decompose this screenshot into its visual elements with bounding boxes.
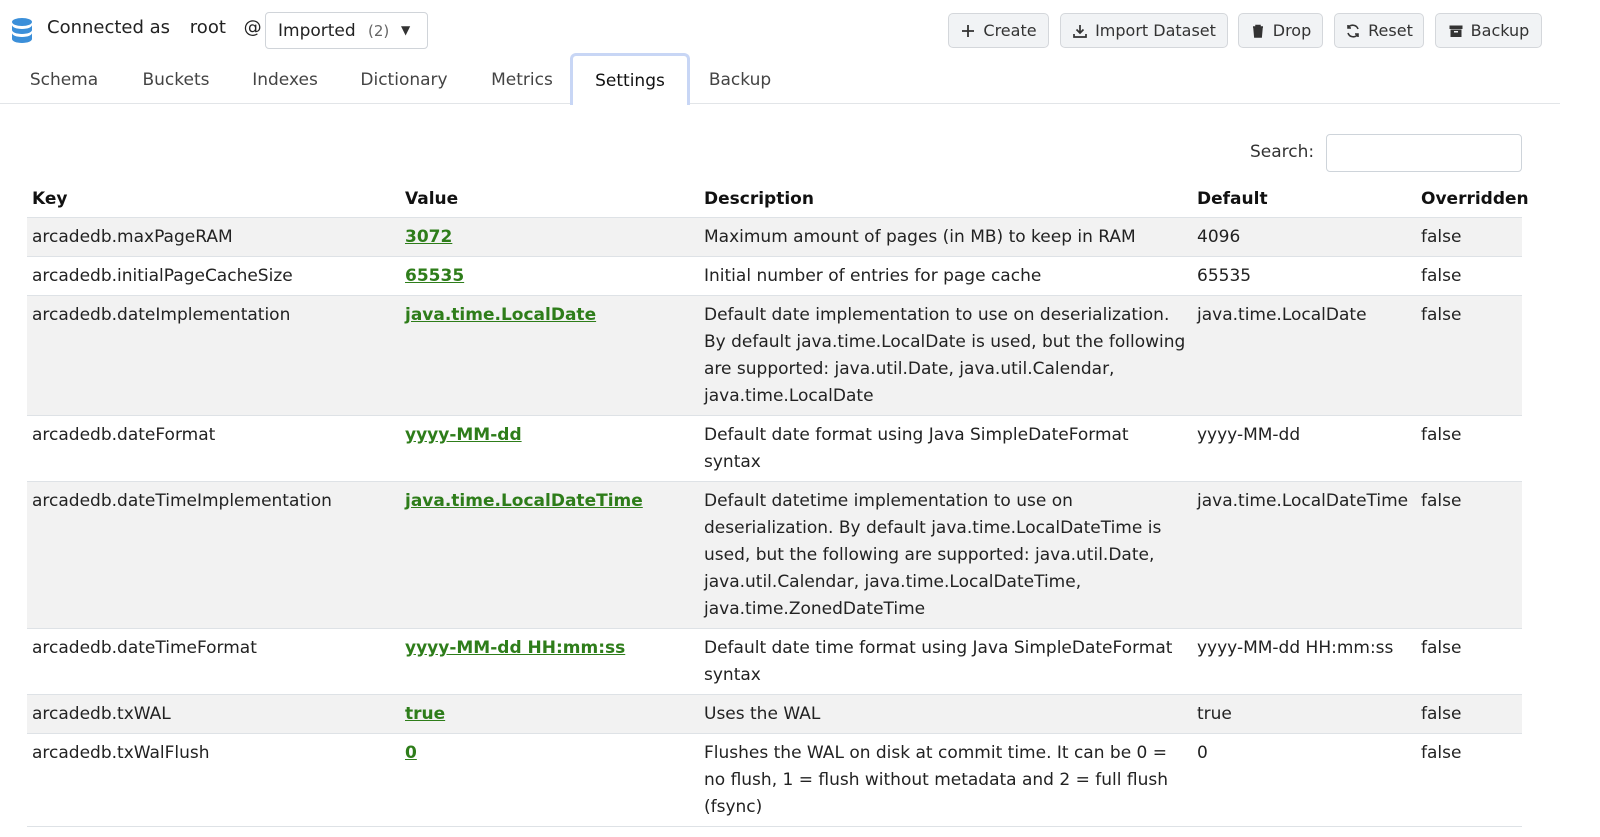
setting-key: arcadedb.txWalFlush	[27, 733, 400, 827]
table-row: arcadedb.maxPageRAM 3072 Maximum amount …	[27, 217, 1522, 257]
connected-user: root	[189, 17, 226, 38]
drop-button[interactable]: Drop	[1238, 13, 1323, 48]
import-dataset-button[interactable]: Import Dataset	[1060, 13, 1228, 48]
setting-default: java.time.LocalDateTime	[1192, 481, 1416, 629]
table-row: arcadedb.dateTimeImplementation java.tim…	[27, 481, 1522, 629]
setting-overridden: false	[1416, 481, 1522, 629]
trash-icon	[1252, 24, 1263, 38]
tab-buckets[interactable]: Buckets	[128, 56, 224, 104]
settings-table: Key Value Description Default Overridden…	[27, 180, 1529, 827]
tab-dictionary[interactable]: Dictionary	[346, 56, 462, 104]
setting-value-link[interactable]: yyyy-MM-dd HH:mm:ss	[405, 638, 625, 658]
setting-value-link[interactable]: java.time.LocalDateTime	[405, 491, 643, 511]
at-sign: @	[243, 17, 262, 38]
setting-key: arcadedb.dateImplementation	[27, 295, 400, 416]
setting-value-link[interactable]: 0	[405, 743, 417, 763]
setting-value-link[interactable]: 65535	[405, 266, 464, 286]
table-row: arcadedb.txWalFlush 0 Flushes the WAL on…	[27, 733, 1522, 827]
database-count: (2)	[368, 22, 390, 40]
setting-overridden: false	[1416, 628, 1522, 695]
tab-backup[interactable]: Backup	[693, 56, 787, 104]
setting-overridden: false	[1416, 256, 1522, 296]
setting-default: 0	[1192, 733, 1416, 827]
column-header-overridden[interactable]: Overridden	[1416, 180, 1529, 218]
setting-value-link[interactable]: 3072	[405, 227, 452, 247]
setting-default: 4096	[1192, 217, 1416, 257]
reset-button[interactable]: Reset	[1334, 13, 1424, 48]
setting-description: Default date format using Java SimpleDat…	[699, 415, 1192, 482]
setting-description: Default date implementation to use on de…	[699, 295, 1192, 416]
archive-icon	[1449, 25, 1463, 37]
setting-overridden: false	[1416, 733, 1522, 827]
caret-down-icon: ▼	[401, 23, 411, 37]
download-icon	[1073, 24, 1087, 38]
database-name: Imported	[278, 21, 356, 41]
setting-default: yyyy-MM-dd	[1192, 415, 1416, 482]
setting-key: arcadedb.dateFormat	[27, 415, 400, 482]
top-bar: Connected as root @ Imported (2) ▼ Creat…	[0, 0, 1600, 62]
setting-description: Default date time format using Java Simp…	[699, 628, 1192, 695]
setting-default: 65535	[1192, 256, 1416, 296]
database-icon	[12, 18, 32, 43]
setting-key: arcadedb.dateTimeImplementation	[27, 481, 400, 629]
setting-description: Flushes the WAL on disk at commit time. …	[699, 733, 1192, 827]
tab-settings[interactable]: Settings	[570, 53, 690, 105]
reset-button-label: Reset	[1368, 21, 1413, 40]
setting-default: java.time.LocalDate	[1192, 295, 1416, 416]
table-row: arcadedb.dateTimeFormat yyyy-MM-dd HH:mm…	[27, 628, 1522, 695]
setting-value-link[interactable]: true	[405, 704, 445, 724]
setting-value-link[interactable]: java.time.LocalDate	[405, 305, 596, 325]
refresh-icon	[1347, 23, 1359, 38]
setting-default: yyyy-MM-dd HH:mm:ss	[1192, 628, 1416, 695]
column-header-description[interactable]: Description	[699, 180, 1192, 218]
setting-description: Initial number of entries for page cache	[699, 256, 1192, 296]
backup-button[interactable]: Backup	[1435, 13, 1542, 48]
setting-description: Uses the WAL	[699, 694, 1192, 734]
tab-schema[interactable]: Schema	[14, 56, 114, 104]
connected-label: Connected as	[47, 17, 171, 38]
database-select[interactable]: Imported (2) ▼	[265, 12, 428, 49]
backup-button-label: Backup	[1470, 21, 1530, 40]
table-row: arcadedb.dateFormat yyyy-MM-dd Default d…	[27, 415, 1522, 482]
tab-indexes[interactable]: Indexes	[238, 56, 332, 104]
drop-button-label: Drop	[1272, 21, 1312, 40]
setting-overridden: false	[1416, 694, 1522, 734]
setting-key: arcadedb.dateTimeFormat	[27, 628, 400, 695]
table-row: arcadedb.initialPageCacheSize 65535 Init…	[27, 256, 1522, 296]
setting-key: arcadedb.maxPageRAM	[27, 217, 400, 257]
setting-default: true	[1192, 694, 1416, 734]
plus-icon	[962, 24, 975, 37]
import-dataset-button-label: Import Dataset	[1095, 21, 1216, 40]
create-button-label: Create	[983, 21, 1037, 40]
setting-overridden: false	[1416, 295, 1522, 416]
setting-description: Default datetime implementation to use o…	[699, 481, 1192, 629]
setting-value-link[interactable]: yyyy-MM-dd	[405, 425, 522, 445]
column-header-key[interactable]: Key	[27, 180, 400, 218]
connection-info: Connected as root @	[47, 17, 262, 38]
setting-description: Maximum amount of pages (in MB) to keep …	[699, 217, 1192, 257]
column-header-default[interactable]: Default	[1192, 180, 1416, 218]
create-button[interactable]: Create	[948, 13, 1049, 48]
setting-overridden: false	[1416, 217, 1522, 257]
table-row: arcadedb.txWAL true Uses the WAL true fa…	[27, 694, 1522, 734]
search-label: Search:	[1250, 142, 1315, 162]
table-header-row: Key Value Description Default Overridden	[27, 180, 1529, 218]
table-row: arcadedb.dateImplementation java.time.Lo…	[27, 295, 1522, 416]
setting-key: arcadedb.initialPageCacheSize	[27, 256, 400, 296]
setting-key: arcadedb.txWAL	[27, 694, 400, 734]
setting-overridden: false	[1416, 415, 1522, 482]
column-header-value[interactable]: Value	[400, 180, 699, 218]
search-input[interactable]	[1326, 134, 1522, 172]
tab-metrics[interactable]: Metrics	[476, 56, 568, 104]
